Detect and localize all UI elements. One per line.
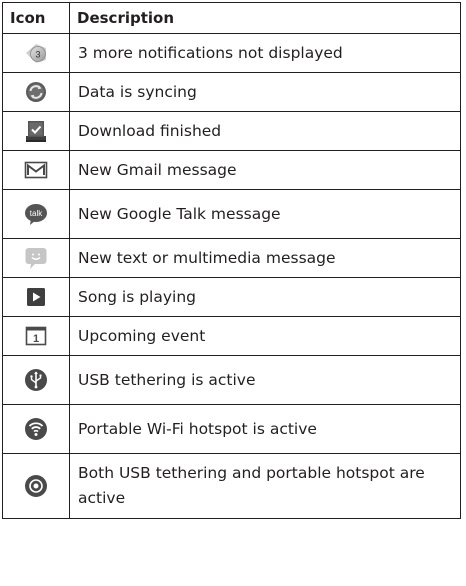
- table-row: talk New Google Talk message: [2, 189, 461, 239]
- table-row: New text or multimedia message: [2, 238, 461, 278]
- table-row: 1 Upcoming event: [2, 316, 461, 356]
- description-cell: New Gmail message: [69, 150, 461, 190]
- sync-icon: [23, 79, 49, 105]
- description-cell: 3 more notifications not displayed: [69, 33, 461, 73]
- calendar-badge-text: 1: [33, 333, 39, 345]
- description-cell: New text or multimedia message: [69, 238, 461, 278]
- table-row: 3 3 more notifications not displayed: [2, 33, 461, 73]
- status-icon-table: Icon Description 3 3 more notifications …: [2, 2, 461, 519]
- usb-and-hotspot-icon: [23, 473, 49, 499]
- description-cell: Song is playing: [69, 277, 461, 317]
- table-row: Portable Wi-Fi hotspot is active: [2, 404, 461, 454]
- header-description: Description: [69, 2, 461, 34]
- text-message-icon: [23, 245, 49, 271]
- table-row: Download finished: [2, 111, 461, 151]
- wifi-hotspot-icon: [23, 416, 49, 442]
- download-finished-icon: [23, 118, 49, 144]
- notifications-badge-text: 3: [35, 49, 40, 59]
- description-cell: Both USB tethering and portable hotspot …: [69, 453, 461, 519]
- description-cell: Upcoming event: [69, 316, 461, 356]
- table-row: USB tethering is active: [2, 355, 461, 405]
- description-cell: New Google Talk message: [69, 189, 461, 239]
- talk-badge-text: talk: [30, 209, 43, 218]
- table-row: Both USB tethering and portable hotspot …: [2, 453, 461, 519]
- usb-tethering-icon: [23, 367, 49, 393]
- description-cell: Portable Wi-Fi hotspot is active: [69, 404, 461, 454]
- google-talk-icon: talk: [23, 201, 49, 227]
- description-cell: Data is syncing: [69, 72, 461, 112]
- gmail-icon: [23, 157, 49, 183]
- table-row: New Gmail message: [2, 150, 461, 190]
- header-icon: Icon: [2, 2, 70, 34]
- table-header-row: Icon Description: [2, 2, 461, 34]
- table-row: Data is syncing: [2, 72, 461, 112]
- calendar-icon: 1: [23, 323, 49, 349]
- description-cell: USB tethering is active: [69, 355, 461, 405]
- notifications-count-icon: 3: [23, 40, 49, 66]
- play-icon: [23, 284, 49, 310]
- description-cell: Download finished: [69, 111, 461, 151]
- table-row: Song is playing: [2, 277, 461, 317]
